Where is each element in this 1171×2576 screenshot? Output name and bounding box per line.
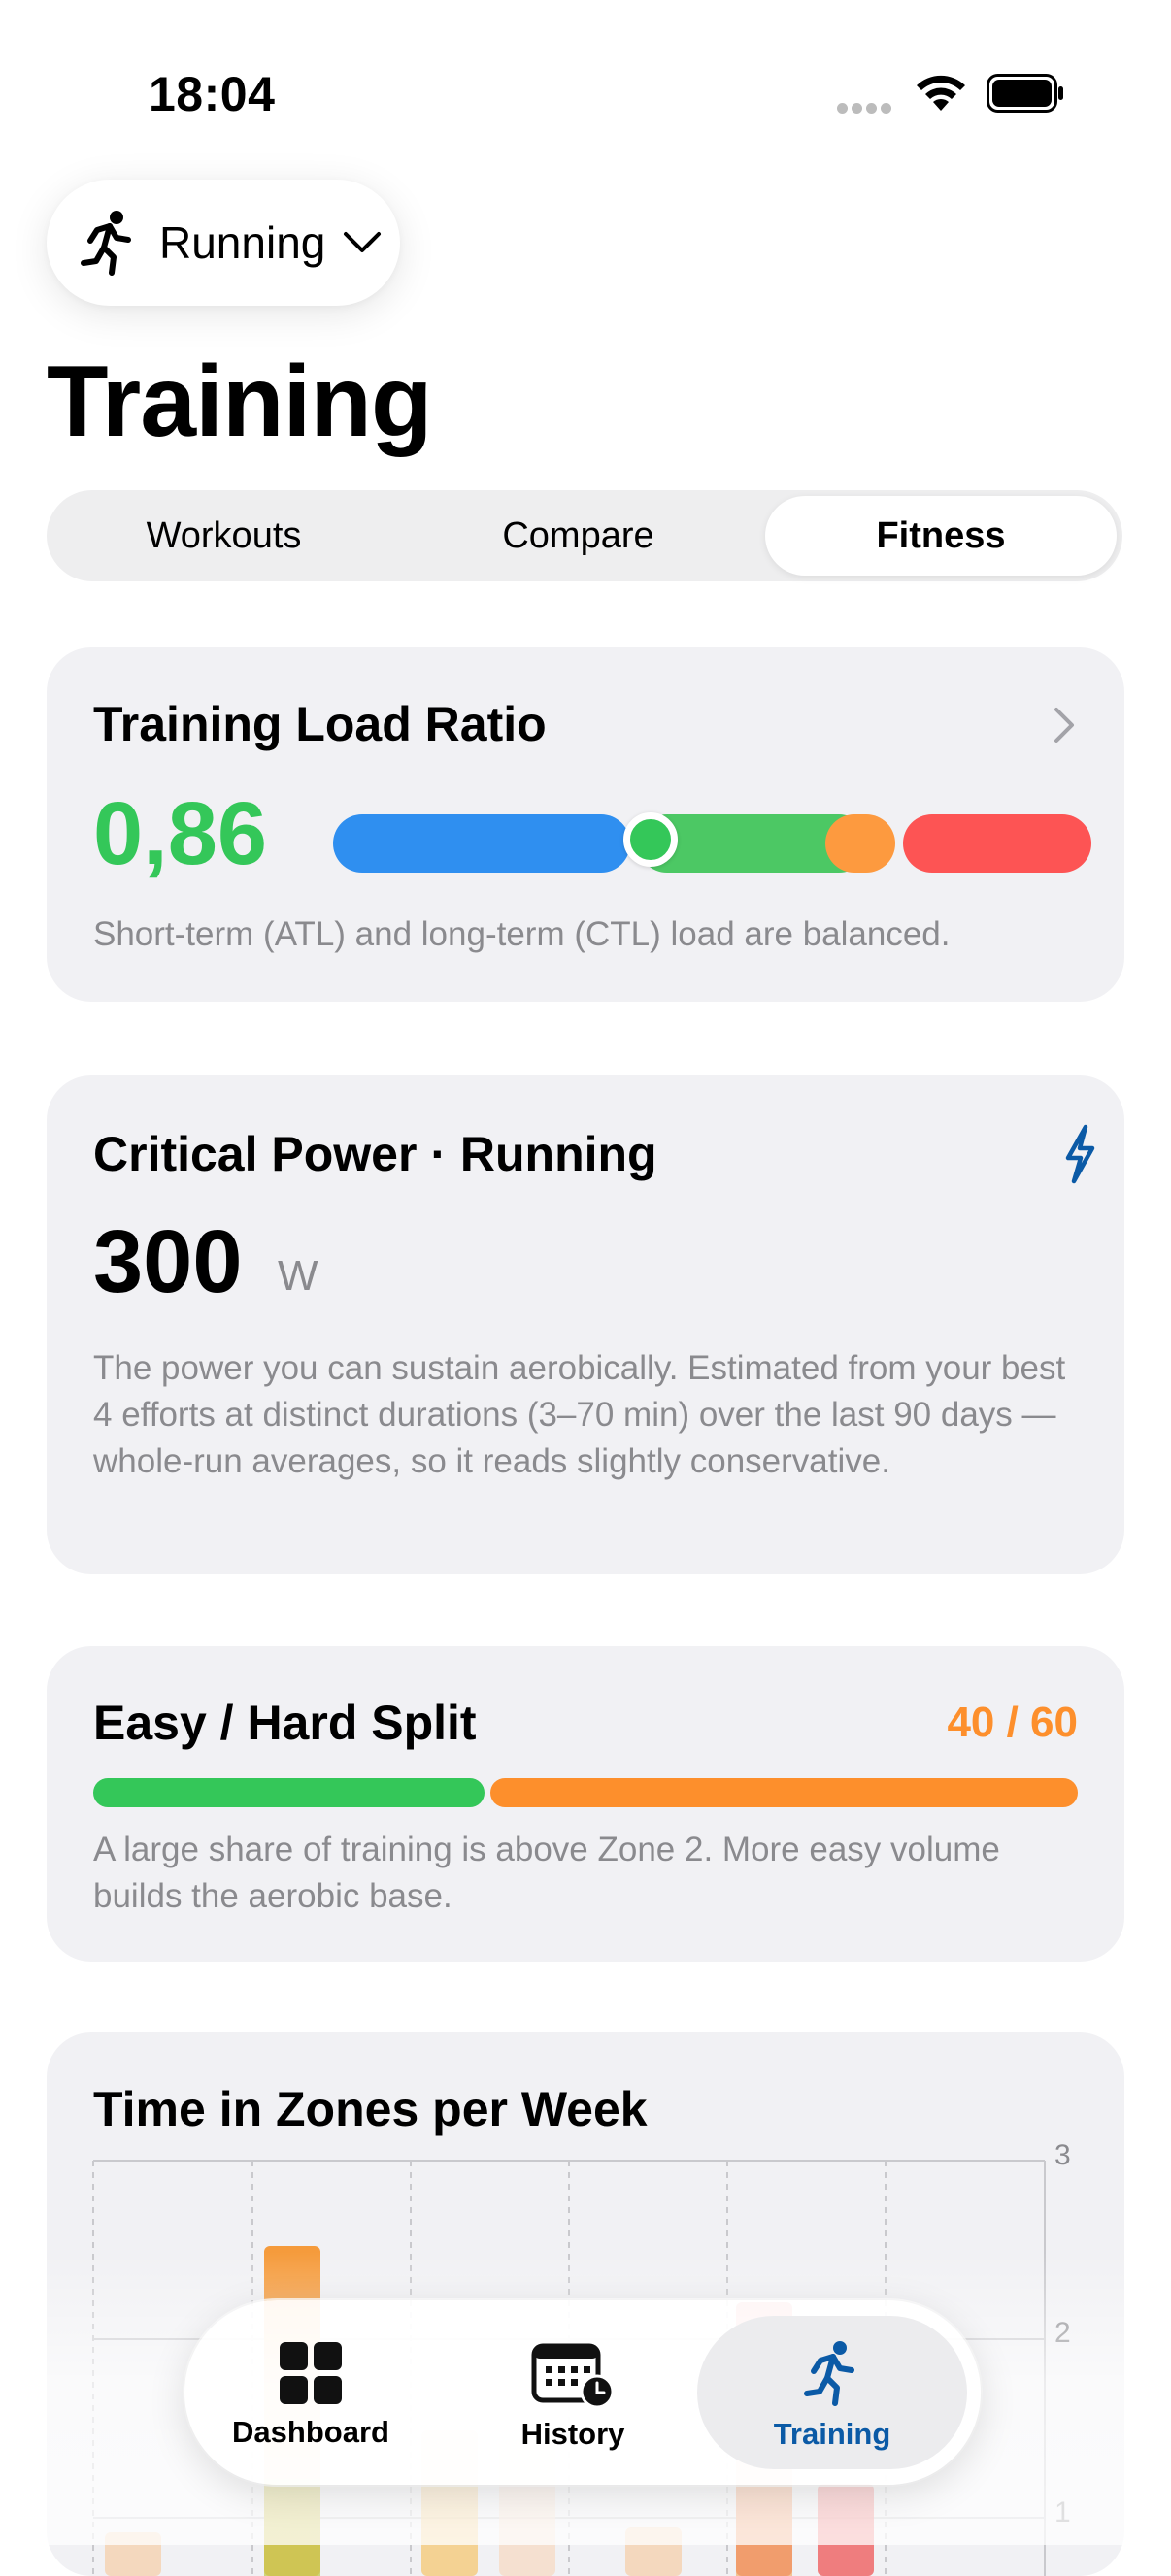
critical-power-description: The power you can sustain aerobically. E… (93, 1349, 1066, 1480)
critical-power-unit: W (278, 1252, 318, 1300)
tab-fitness[interactable]: Fitness (765, 496, 1117, 576)
runner-icon (804, 2341, 854, 2406)
training-load-description: Short-term (ATL) and long-term (CTL) loa… (93, 915, 951, 953)
zone-bar-high (825, 814, 895, 873)
cellular-signal-icon (837, 101, 895, 115)
hard-segment (490, 1778, 1078, 1807)
tabbar-label-training: Training (773, 2417, 891, 2451)
dashboard-icon (280, 2342, 342, 2404)
runner-icon (81, 211, 131, 276)
tab-compare[interactable]: Compare (401, 490, 755, 581)
sport-label: Running (159, 217, 326, 268)
critical-power-title: Critical Power · Running (93, 1127, 657, 1181)
easy-hard-bar (93, 1778, 1078, 1807)
calendar-clock-icon (531, 2343, 615, 2407)
segmented-control: Workouts Compare Fitness (47, 490, 1122, 581)
critical-power-value: 300 (93, 1212, 243, 1311)
bolt-icon (1065, 1124, 1095, 1184)
tab-workouts[interactable]: Workouts (47, 490, 401, 581)
page-title: Training (47, 346, 432, 458)
tabbar-item-history[interactable]: History (456, 2300, 689, 2485)
chevron-down-icon (344, 232, 382, 252)
ratio-marker (623, 812, 678, 867)
critical-power-card: Critical Power · Running 300 W The power… (47, 1075, 1124, 1574)
tab-bar: Dashboard History Training (184, 2300, 981, 2485)
sport-selector[interactable]: Running (47, 180, 400, 306)
training-load-card[interactable]: Training Load Ratio 0,86 Short-term (ATL… (47, 647, 1124, 1002)
training-load-title: Training Load Ratio (93, 697, 547, 751)
chevron-right-icon (1054, 708, 1074, 743)
easy-hard-title: Easy / Hard Split (93, 1696, 477, 1750)
battery-icon (987, 74, 1063, 113)
status-time: 18:04 (149, 67, 276, 121)
zone-bar-very-high (903, 814, 1091, 873)
easy-hard-card: Easy / Hard Split 40 / 60 A large share … (47, 1646, 1124, 1962)
easy-segment (93, 1778, 485, 1807)
zone-bar-low (333, 814, 630, 873)
wifi-icon (917, 75, 965, 111)
training-load-value: 0,86 (93, 784, 268, 883)
easy-hard-ratio: 40 / 60 (947, 1699, 1078, 1746)
easy-hard-description: A large share of training is above Zone … (93, 1831, 1000, 1915)
tabbar-label-dashboard: Dashboard (232, 2415, 389, 2449)
tabbar-label-history: History (520, 2417, 625, 2451)
tabbar-item-training[interactable]: Training (697, 2316, 967, 2469)
tabbar-item-dashboard[interactable]: Dashboard (184, 2300, 437, 2485)
y-tick-3: 3 (1054, 2139, 1071, 2171)
